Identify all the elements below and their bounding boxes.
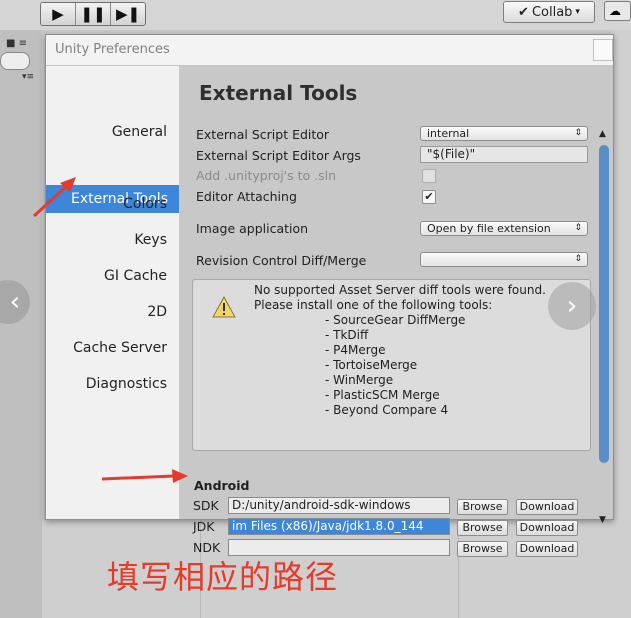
script-editor-label: External Script Editor (196, 127, 330, 142)
annotation-arrow-sdk (101, 469, 188, 483)
image-app-value: Open by file extension (427, 222, 551, 235)
image-app-dropdown[interactable]: Open by file extension ⇕ (420, 221, 588, 236)
revision-control-dropdown[interactable]: ⇕ (420, 252, 588, 267)
scroll-thumb[interactable] (599, 145, 609, 463)
sdk-label: SDK (193, 498, 219, 513)
collab-label: Collab (531, 4, 573, 20)
editor-attaching-label: Editor Attaching (196, 189, 297, 204)
help-line-1: No supported Asset Server diff tools wer… (254, 283, 546, 297)
pause-icon: ❚❚ (80, 5, 106, 23)
window-titlebar: Unity Preferences (46, 35, 613, 66)
sidebar-item-keys[interactable]: Keys (134, 232, 167, 248)
window-title: Unity Preferences (55, 42, 170, 57)
lock-icon[interactable]: ■ ≡ (6, 38, 27, 49)
script-editor-dropdown[interactable]: internal ⇕ (420, 126, 588, 141)
jdk-browse-button[interactable]: Browse (457, 520, 508, 536)
revision-control-label: Revision Control Diff/Merge (196, 253, 367, 268)
sidebar-item-cache-server[interactable]: Cache Server (73, 340, 167, 356)
preferences-window: Unity Preferences General External Tools… (45, 34, 614, 557)
editor-right-panel (612, 30, 631, 520)
play-controls: ▶ ❚❚ ▶❚ (40, 2, 146, 26)
annotation-note: 填写相应的路径 (107, 558, 339, 596)
close-button[interactable] (593, 39, 613, 61)
tool-item: - PlasticSCM Merge (325, 388, 440, 402)
sidebar-item-2d[interactable]: 2D (147, 304, 167, 320)
tool-item: - TkDiff (325, 328, 369, 342)
script-args-field[interactable]: "$(File)" (420, 146, 588, 163)
annotation-arrow-sidebar (32, 177, 76, 218)
diff-tools-helpbox: No supported Asset Server diff tools wer… (192, 279, 591, 451)
page-title: External Tools (199, 81, 358, 105)
external-tools-panel: External Tools External Script Editor in… (180, 66, 613, 557)
chevron-left-icon: ‹ (9, 287, 21, 317)
jdk-path-field[interactable]: im Files (x86)/Java/jdk1.8.0_144 (228, 518, 450, 535)
editor-attaching-checkbox[interactable]: ✔ (422, 190, 436, 204)
search-field[interactable] (0, 52, 30, 70)
sidebar-item-diagnostics[interactable]: Diagnostics (86, 376, 167, 392)
cloud-button[interactable]: ☁ (604, 1, 631, 21)
sdk-browse-button[interactable]: Browse (457, 499, 508, 515)
editor-left-panel (0, 30, 42, 618)
jdk-download-button[interactable]: Download (516, 520, 578, 536)
sidebar-item-colors[interactable]: Colors (123, 196, 167, 212)
help-line-2: Please install one of the following tool… (254, 298, 493, 312)
tool-item: - Beyond Compare 4 (325, 403, 449, 417)
tool-item: - P4Merge (325, 343, 386, 357)
ndk-browse-button[interactable]: Browse (457, 541, 508, 557)
chevron-down-icon: ▾ (575, 7, 580, 17)
dropdown-arrow-icon: ⇕ (574, 223, 582, 233)
tool-item: - SourceGear DiffMerge (325, 313, 466, 327)
tool-item: - WinMerge (325, 373, 394, 387)
menu-icon[interactable]: ▾≡ (22, 72, 34, 82)
collab-icon: ✔ (518, 4, 529, 20)
sidebar-item-gi-cache[interactable]: GI Cache (104, 268, 167, 284)
chevron-right-icon: › (566, 291, 578, 321)
pause-button[interactable]: ❚❚ (76, 3, 111, 25)
add-unityproj-label: Add .unityproj's to .sln (196, 168, 337, 183)
sdk-download-button[interactable]: Download (516, 499, 578, 515)
script-args-label: External Script Editor Args (196, 148, 361, 163)
checkmark-icon: ✔ (424, 190, 434, 203)
ndk-download-button[interactable]: Download (516, 541, 578, 557)
scroll-up-icon[interactable]: ▲ (599, 129, 606, 139)
play-button[interactable]: ▶ (41, 3, 76, 25)
jdk-label: JDK (193, 519, 215, 534)
collab-button[interactable]: ✔ Collab ▾ (503, 1, 595, 23)
tool-item: - TortoiseMerge (325, 358, 418, 372)
dropdown-arrow-icon: ⇕ (574, 254, 582, 264)
dropdown-arrow-icon: ⇕ (574, 128, 582, 138)
image-app-label: Image application (196, 221, 309, 236)
warning-icon (212, 296, 236, 318)
next-image-button[interactable]: › (548, 282, 596, 330)
scroll-down-icon[interactable]: ▼ (599, 515, 606, 525)
script-editor-value: internal (427, 127, 470, 140)
step-icon: ▶❚ (115, 5, 141, 23)
android-section-title: Android (194, 478, 250, 493)
cloud-icon: ☁ (609, 4, 621, 18)
play-icon: ▶ (52, 5, 64, 23)
help-message: No supported Asset Server diff tools wer… (254, 283, 546, 313)
sidebar-item-general[interactable]: General (112, 124, 167, 140)
preferences-sidebar: General External Tools Colors Keys GI Ca… (46, 66, 179, 519)
sdk-path-field[interactable]: D:/unity/android-sdk-windows (228, 497, 450, 514)
content-scrollbar[interactable]: ▲ ▼ (596, 129, 612, 525)
add-unityproj-checkbox[interactable] (422, 169, 436, 183)
step-button[interactable]: ▶❚ (111, 3, 145, 25)
